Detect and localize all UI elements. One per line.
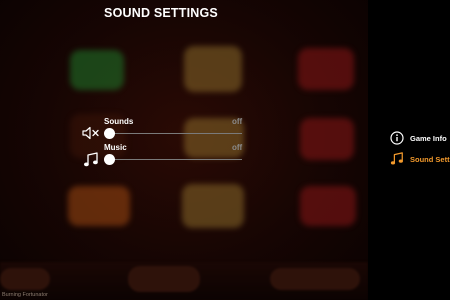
music-note-icon — [390, 152, 404, 166]
music-note-icon — [83, 152, 99, 168]
game-name: Burning Fortunator — [2, 292, 48, 298]
menu-item-label: Sound Settings — [410, 154, 450, 164]
page-title: SOUND SETTINGS — [104, 6, 218, 20]
sounds-slider-handle[interactable] — [104, 127, 115, 139]
sounds-state: off — [232, 117, 243, 126]
menu-item-label: Game Info — [410, 133, 447, 143]
game-background — [0, 0, 368, 300]
blurred-reels — [48, 26, 368, 264]
sounds-slider-track[interactable] — [108, 133, 242, 134]
music-label: Music — [104, 143, 127, 152]
music-slider-handle[interactable] — [104, 153, 115, 165]
menu-item-sound-settings[interactable]: Sound Settings — [390, 152, 450, 166]
music-state: off — [232, 143, 243, 152]
music-slider-track[interactable] — [108, 159, 242, 160]
speaker-muted-icon[interactable] — [82, 126, 100, 140]
blurred-bottom-bar — [0, 262, 368, 300]
sounds-label: Sounds — [104, 117, 134, 126]
info-icon — [390, 131, 404, 145]
menu-item-game-info[interactable]: Game Info — [390, 131, 447, 145]
side-menu-panel — [368, 0, 450, 300]
